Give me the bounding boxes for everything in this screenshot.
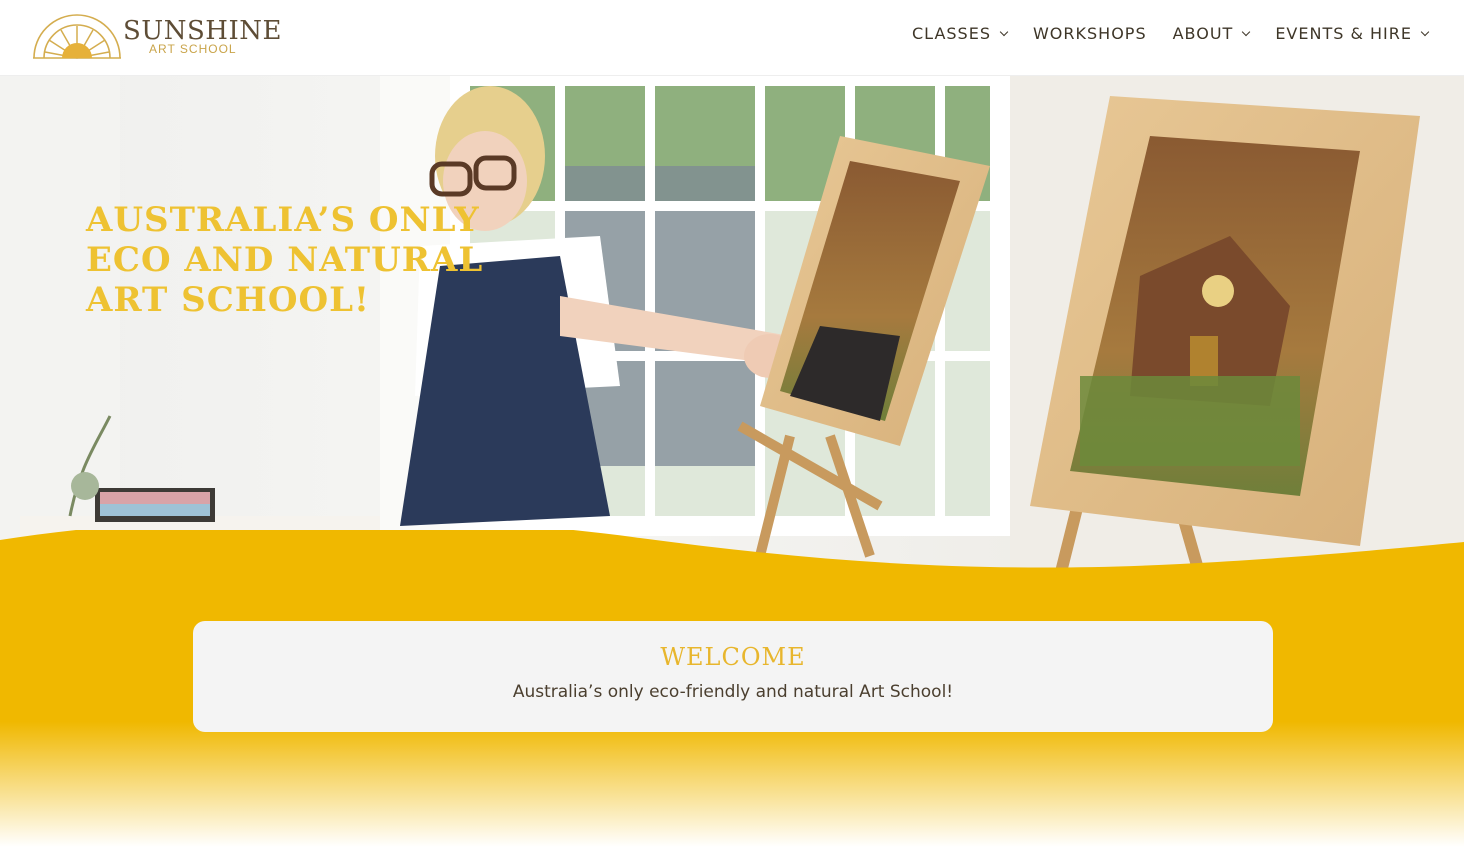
welcome-card: WELCOME Australia’s only eco-friendly an…: [193, 621, 1273, 732]
site-logo[interactable]: SUNSHINE ART SCHOOL: [32, 12, 281, 62]
nav-label: EVENTS & HIRE: [1275, 24, 1412, 43]
nav-item-workshops[interactable]: WORKSHOPS: [1033, 24, 1147, 43]
nav-label: CLASSES: [912, 24, 991, 43]
welcome-title: WELCOME: [660, 643, 806, 671]
chevron-down-icon: [1420, 27, 1430, 36]
nav-item-classes[interactable]: CLASSES: [912, 24, 1009, 43]
hero-photo: [0, 76, 1464, 576]
nav-item-events-hire[interactable]: EVENTS & HIRE: [1275, 24, 1430, 43]
sun-arch-icon: [33, 14, 121, 59]
logo-subtitle: ART SCHOOL: [149, 42, 237, 56]
hero-headline: AUSTRALIA’S ONLY ECO AND NATURAL ART SCH…: [86, 200, 484, 320]
chevron-down-icon: [1242, 27, 1251, 36]
main-nav: CLASSES WORKSHOPS ABOUT EVENTS & HIRE: [912, 24, 1430, 43]
chevron-down-icon: [999, 27, 1009, 36]
hero-section: AUSTRALIA’S ONLY ECO AND NATURAL ART SCH…: [0, 76, 1464, 576]
welcome-text: Australia’s only eco-friendly and natura…: [512, 682, 954, 702]
nav-label: ABOUT: [1172, 24, 1234, 43]
nav-label: WORKSHOPS: [1032, 24, 1147, 43]
nav-item-about[interactable]: ABOUT: [1172, 24, 1251, 43]
site-header: SUNSHINE ART SCHOOL CLASSES WORKSHOPS AB…: [0, 0, 1464, 76]
